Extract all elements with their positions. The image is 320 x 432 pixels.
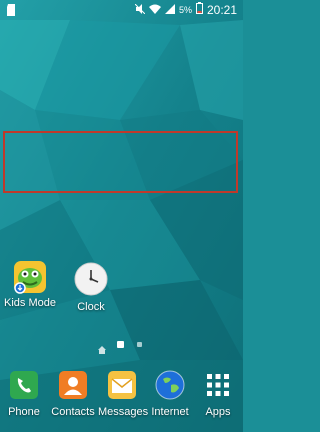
home-wallpaper [0,0,243,432]
dock-contacts[interactable]: Contacts [50,370,96,419]
dock-label-messages: Messages [98,406,149,418]
sd-card-icon [6,3,16,21]
app-clock[interactable]: Clock [63,262,119,314]
dock-label-apps: Apps [205,406,231,418]
home-page-dot-icon[interactable] [98,341,106,359]
app-kids-mode[interactable]: Kids Mode [2,260,58,310]
dock-apps[interactable]: Apps [197,370,239,419]
page-dot[interactable] [137,342,142,347]
page-dot-active[interactable] [117,341,124,348]
messages-icon [107,370,137,400]
kids-mode-icon [13,260,47,294]
app-label-clock: Clock [77,301,105,313]
phone-icon [9,370,39,400]
mute-icon [134,1,146,19]
internet-icon [155,370,185,400]
app-label-kids-mode: Kids Mode [4,297,56,309]
dock-label-internet: Internet [151,406,189,418]
dock-internet[interactable]: Internet [148,370,192,419]
dock-messages[interactable]: Messages [98,370,149,419]
battery-percent: 5% [178,5,192,15]
signal-icon [164,1,175,19]
clock-icon [74,262,108,296]
status-time: 20:21 [206,3,237,17]
battery-icon [195,1,203,19]
apps-icon [203,370,233,400]
contacts-icon [58,370,88,400]
page-indicator [0,340,243,354]
wifi-icon [148,1,161,19]
widget-area[interactable] [3,131,238,193]
dock-label-contacts: Contacts [51,406,95,418]
dock-label-phone: Phone [8,406,40,418]
status-bar: 5% 20:21 [0,0,243,18]
dock-phone[interactable]: Phone [2,370,46,419]
